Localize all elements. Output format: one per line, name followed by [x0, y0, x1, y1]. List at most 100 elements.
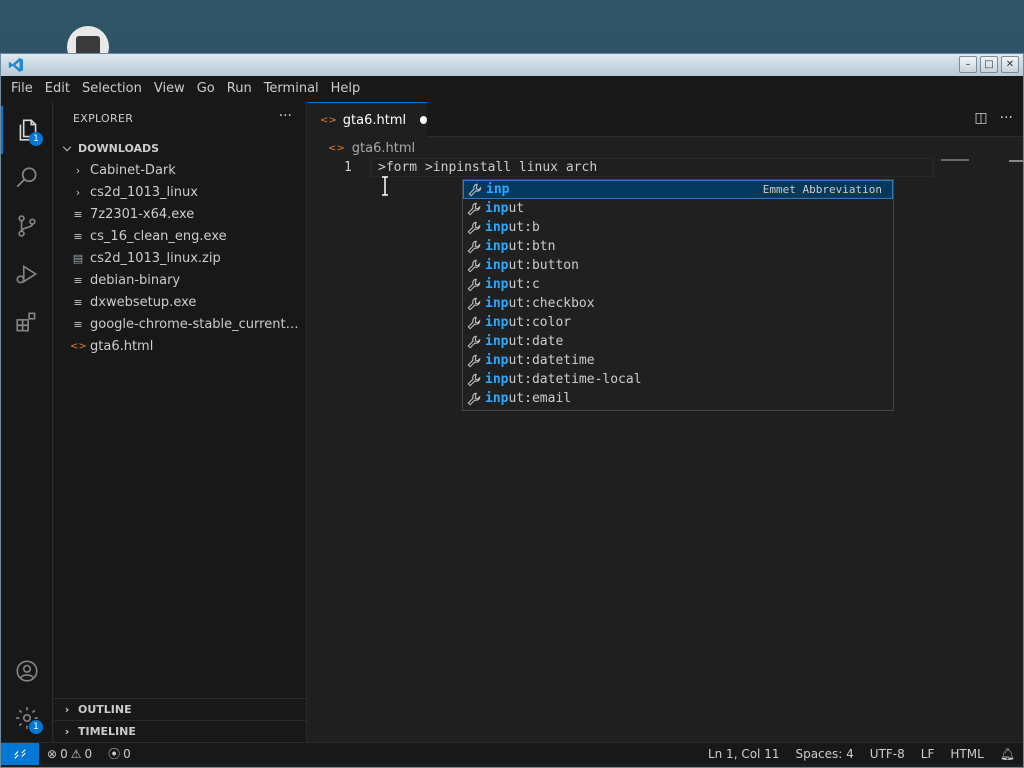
menu-file[interactable]: File [5, 76, 39, 102]
encoding[interactable]: UTF-8 [862, 747, 913, 761]
notifications-bell-icon[interactable]: 🔔︎ [992, 747, 1023, 761]
scrollbar[interactable] [1009, 160, 1023, 162]
activity-search[interactable] [1, 154, 53, 202]
unsaved-dot-icon[interactable] [420, 116, 427, 124]
tree-item-file[interactable]: ≡ cs_16_clean_eng.exe [54, 225, 307, 247]
cursor-position[interactable]: Ln 1, Col 11 [700, 747, 788, 761]
suggestion-match: inp [485, 410, 508, 411]
error-icon: ⊗ [47, 746, 58, 761]
wrench-icon [463, 316, 485, 330]
activity-run-debug[interactable] [1, 250, 53, 298]
section-label: OUTLINE [78, 703, 132, 716]
wrench-icon [463, 221, 485, 235]
activity-extensions[interactable] [1, 298, 53, 346]
section-outline[interactable]: › OUTLINE [54, 698, 307, 720]
tree-item-label: cs_16_clean_eng.exe [90, 228, 227, 244]
suggestion-item[interactable]: inp Emmet Abbreviation [463, 180, 893, 199]
suggestion-item[interactable]: inp ut:date [463, 332, 893, 351]
suggestion-match: inp [485, 315, 509, 330]
suggestion-item[interactable]: inp ut:email [463, 389, 893, 408]
breadcrumb-file[interactable]: gta6.html [352, 141, 415, 156]
tree-item-folder[interactable]: › cs2d_1013_linux [54, 181, 307, 203]
menu-run[interactable]: Run [221, 76, 258, 102]
ports-count: 0 [123, 746, 131, 761]
suggestion-item[interactable]: inp ut:checkbox [463, 294, 893, 313]
suggestion-item[interactable]: inp ut:b [463, 218, 893, 237]
folder-name: DOWNLOADS [78, 141, 160, 155]
folder-header-downloads[interactable]: ⌵ DOWNLOADS [54, 137, 307, 159]
tree-item-file[interactable]: ▤ cs2d_1013_linux.zip [54, 247, 307, 269]
tab-label: gta6.html [342, 112, 407, 128]
menu-help[interactable]: Help [325, 76, 367, 102]
suggestion-item[interactable]: inp ut:datetime-local [463, 370, 893, 389]
indentation[interactable]: Spaces: 4 [787, 747, 861, 761]
tree-item-folder[interactable]: › Cabinet-Dark [54, 159, 307, 181]
line-ending[interactable]: LF [913, 747, 943, 761]
activity-bar: 1 1 [1, 102, 53, 742]
activity-accounts[interactable] [1, 647, 53, 695]
ports-indicator[interactable]: ⦿ 0 [100, 745, 139, 762]
wrench-icon [463, 278, 485, 292]
code-line[interactable]: 1 >form >inpinstall linux arch [308, 158, 938, 177]
close-button[interactable]: ✕ [1001, 56, 1019, 73]
suggestion-item[interactable]: inp ut:btn [463, 237, 893, 256]
menu-terminal[interactable]: Terminal [258, 76, 325, 102]
breadcrumb[interactable]: <> gta6.html [328, 141, 415, 156]
suggestion-item[interactable]: inp ut:color [463, 313, 893, 332]
menu-edit[interactable]: Edit [39, 76, 76, 102]
minimize-button[interactable]: – [959, 56, 977, 73]
activity-manage[interactable]: 1 [1, 694, 53, 742]
suggestion-item[interactable]: inp ut:datetime [463, 351, 893, 370]
more-actions-button[interactable]: ··· [279, 108, 292, 124]
window-controls: – □ ✕ [959, 56, 1019, 73]
html-file-icon: <> [320, 114, 337, 126]
suggestion-match: inp [486, 182, 510, 197]
suggestion-rest: ut:date [508, 334, 564, 349]
suggestion-item[interactable]: inp ut:button [463, 256, 893, 275]
more-actions-icon[interactable]: ··· [1000, 110, 1013, 126]
suggestion-item[interactable]: inp ut:c [463, 275, 893, 294]
suggestion-match: inp [485, 239, 509, 254]
remote-indicator-button[interactable] [1, 742, 39, 765]
maximize-button[interactable]: □ [980, 56, 998, 73]
tab-gta6-html[interactable]: <> gta6.html [308, 102, 427, 137]
wrench-icon [463, 240, 485, 254]
suggestion-item[interactable]: inp ut [463, 199, 893, 218]
tree-item-file[interactable]: ≡ 7z2301-x64.exe [54, 203, 307, 225]
split-editor-icon[interactable]: ◫ [974, 110, 987, 126]
tree-item-label: debian-binary [90, 272, 181, 288]
suggestion-rest: ut:color [508, 315, 572, 330]
error-count: 0 [60, 746, 68, 761]
tree-item-file[interactable]: ≡ dxwebsetup.exe [54, 291, 307, 313]
file-lines-icon: ≡ [73, 229, 83, 243]
language-mode[interactable]: HTML [942, 747, 991, 761]
suggestion-match: inp [485, 296, 509, 311]
minimap[interactable] [941, 159, 969, 161]
tab-bar: <> gta6.html ◫ ··· [308, 102, 1023, 137]
vscode-logo-icon [8, 58, 23, 72]
suggestion-item[interactable]: input:f [463, 408, 893, 412]
line-text[interactable]: >form >inpinstall linux arch [378, 158, 597, 177]
tree-item-file[interactable]: ≡ debian-binary [54, 269, 307, 291]
chevron-right-icon: › [75, 163, 81, 177]
suggestion-detail: Emmet Abbreviation [762, 183, 882, 196]
suggestion-rest: ut:b [508, 220, 540, 235]
tree-item-file[interactable]: ≡ google-chrome-stable_current_amd64.deb [54, 313, 307, 335]
tree-item-label: Cabinet-Dark [90, 162, 176, 178]
html-file-icon: <> [328, 143, 345, 154]
problems-indicator[interactable]: ⊗ 0 ⚠ 0 [39, 747, 100, 761]
activity-source-control[interactable] [1, 202, 53, 250]
section-timeline[interactable]: › TIMELINE [54, 720, 307, 742]
menu-selection[interactable]: Selection [76, 76, 148, 102]
menu-view[interactable]: View [148, 76, 191, 102]
suggestion-rest: ut [508, 201, 525, 216]
wrench-icon [463, 259, 485, 273]
tree-item-file[interactable]: <> gta6.html [54, 335, 307, 357]
wrench-icon [463, 411, 485, 412]
title-bar[interactable]: – □ ✕ [1, 54, 1023, 76]
menu-go[interactable]: Go [191, 76, 221, 102]
wrench-icon [463, 202, 485, 216]
tree-item-label: cs2d_1013_linux.zip [90, 250, 221, 266]
activity-explorer[interactable]: 1 [1, 106, 53, 154]
warning-count: 0 [84, 746, 93, 761]
